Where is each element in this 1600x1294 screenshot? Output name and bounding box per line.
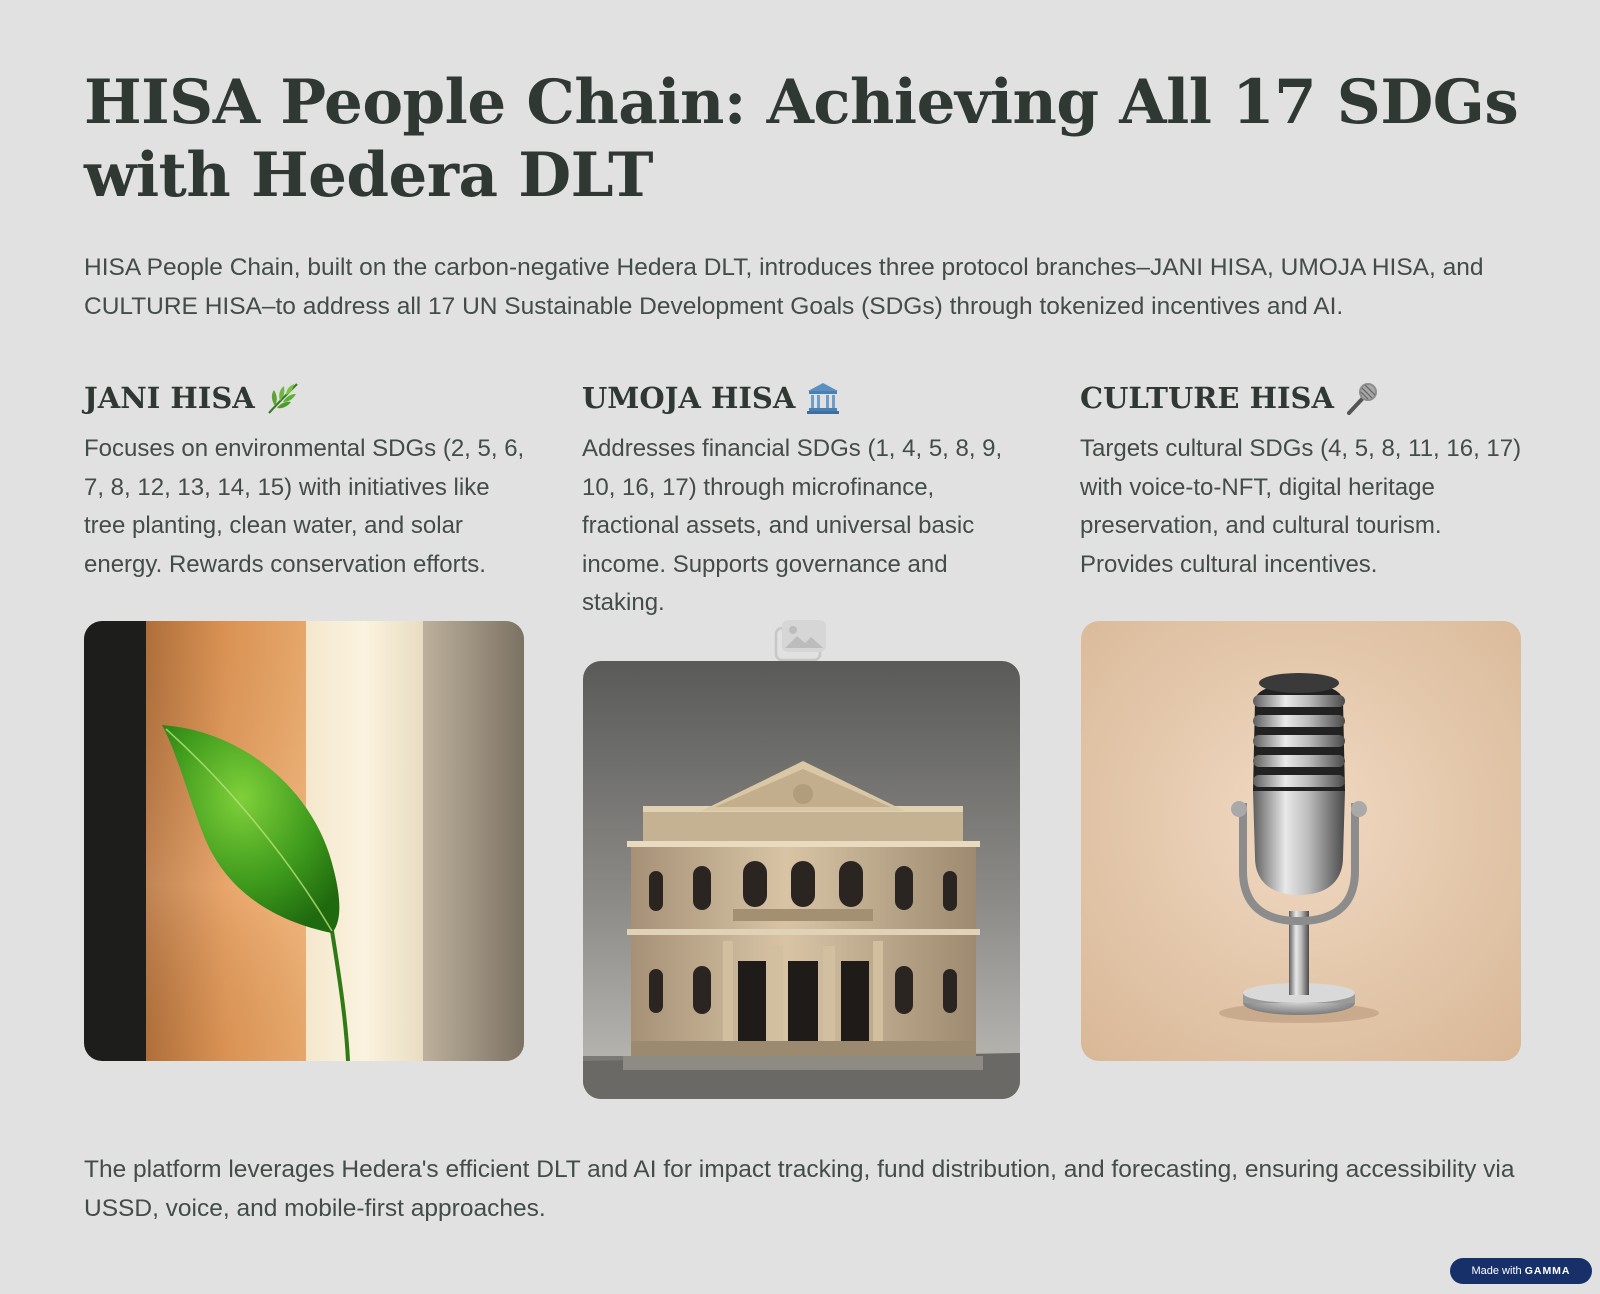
leaf-illustration — [84, 621, 524, 1061]
bank-illustration — [583, 661, 1020, 1099]
column-title: JANI HISA — [84, 381, 255, 415]
leaf-photo — [84, 621, 524, 1061]
made-with-gamma-badge[interactable]: Made with GAMMA — [1450, 1258, 1592, 1284]
badge-brand: GAMMA — [1524, 1265, 1571, 1277]
column-jani-hisa: JANI HISA Focuses on environmental SDGs … — [84, 376, 526, 584]
leaf-icon — [267, 383, 298, 414]
column-heading: CULTURE HISA — [1080, 376, 1522, 420]
microphone-illustration — [1081, 621, 1521, 1061]
column-title: UMOJA HISA — [582, 381, 796, 415]
column-description: Focuses on environmental SDGs (2, 5, 6, … — [84, 435, 525, 578]
column-description: Targets cultural SDGs (4, 5, 8, 11, 16, … — [1080, 435, 1522, 578]
column-heading: UMOJA HISA — [582, 376, 1024, 420]
classical-building-icon — [807, 383, 840, 414]
microphone-icon — [1346, 383, 1377, 415]
column-heading: JANI HISA — [84, 376, 526, 420]
bank-building-photo — [583, 661, 1020, 1099]
badge-prefix: Made with — [1471, 1265, 1522, 1277]
outro-paragraph: The platform leverages Hedera's efficien… — [84, 1156, 1515, 1222]
page-title: HISA People Chain: Achieving All 17 SDGs… — [84, 67, 1519, 211]
column-title: CULTURE HISA — [1080, 381, 1334, 415]
image-placeholder-icon — [774, 620, 826, 662]
microphone-photo — [1081, 621, 1521, 1061]
column-description: Addresses financial SDGs (1, 4, 5, 8, 9,… — [582, 435, 1003, 616]
column-umoja-hisa: UMOJA HISA Addresses financial SDGs (1, … — [582, 376, 1024, 623]
slide: HISA People Chain: Achieving All 17 SDGs… — [0, 0, 1600, 1294]
column-culture-hisa: CULTURE HISA Targets cultural SDGs (4, 5… — [1080, 376, 1522, 584]
intro-paragraph: HISA People Chain, built on the carbon-n… — [84, 254, 1484, 320]
